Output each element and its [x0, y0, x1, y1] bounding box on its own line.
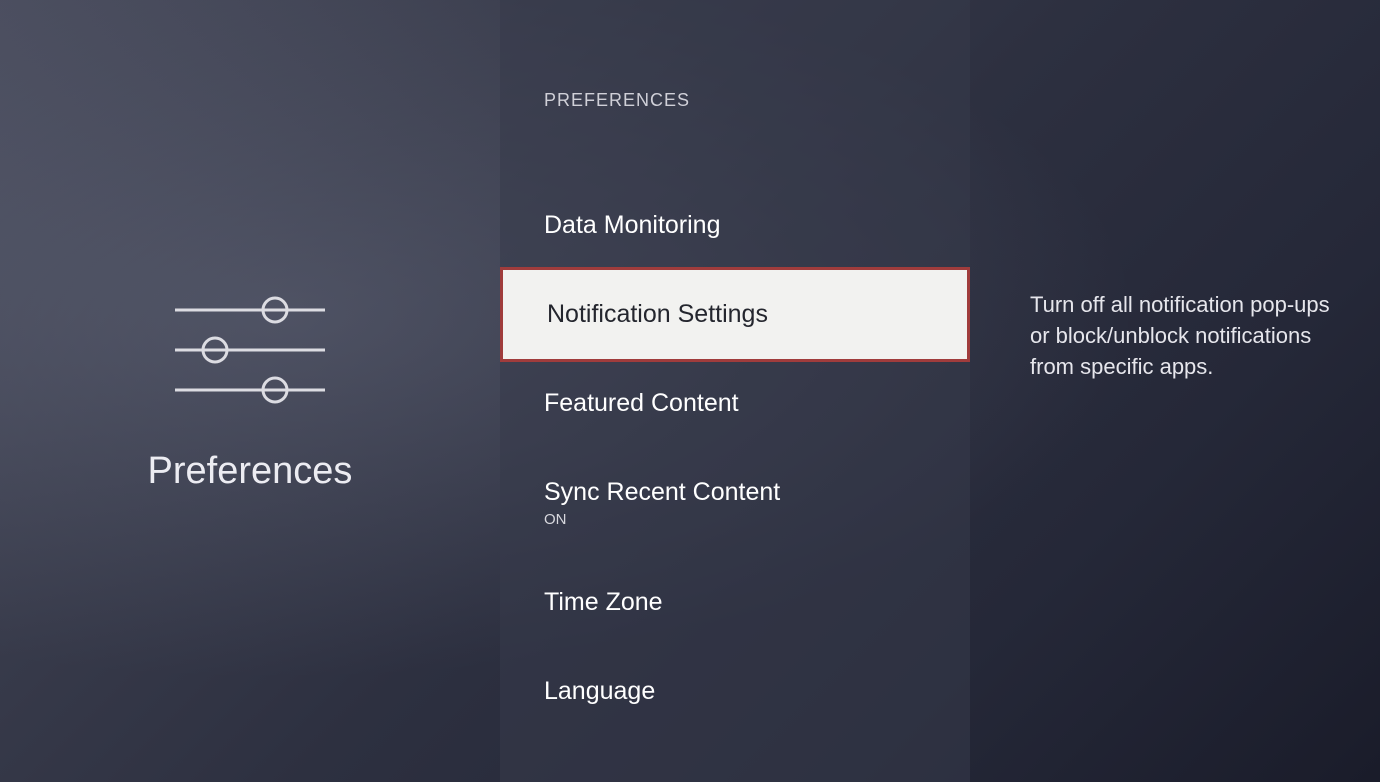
left-panel: Preferences: [0, 0, 500, 782]
menu-item-label: Language: [544, 677, 655, 705]
menu-item-data-monitoring[interactable]: Data Monitoring: [500, 181, 970, 270]
preferences-icon: [170, 290, 330, 410]
menu-item-featured-content[interactable]: Featured Content: [500, 359, 970, 448]
menu-item-language[interactable]: Language: [500, 647, 970, 736]
menu-item-time-zone[interactable]: Time Zone: [500, 558, 970, 647]
page-title: Preferences: [148, 450, 353, 493]
menu-item-sync-recent-content[interactable]: Sync Recent Content ON: [500, 448, 970, 558]
section-header: PREFERENCES: [500, 90, 970, 111]
menu-item-label: Featured Content: [544, 389, 739, 417]
item-description: Turn off all notification pop-ups or blo…: [1030, 290, 1330, 382]
menu-item-label: Data Monitoring: [544, 211, 720, 239]
menu-item-label: Notification Settings: [547, 300, 768, 328]
description-panel: Turn off all notification pop-ups or blo…: [970, 0, 1380, 782]
menu-item-notification-settings[interactable]: Notification Settings: [500, 267, 970, 362]
menu-item-subtext: ON: [544, 511, 926, 528]
menu-item-label: Time Zone: [544, 588, 663, 616]
menu-panel: PREFERENCES Data Monitoring Notification…: [500, 0, 970, 782]
menu-item-label: Sync Recent Content: [544, 478, 780, 506]
